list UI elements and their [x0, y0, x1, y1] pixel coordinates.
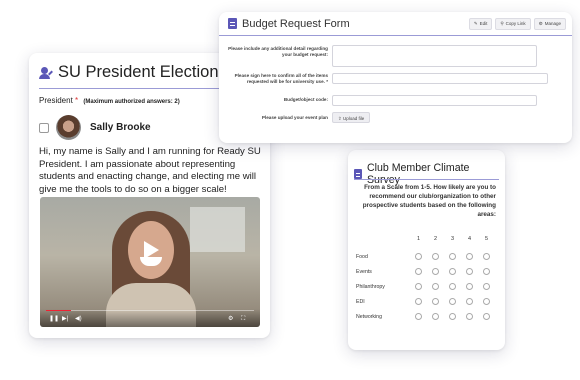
person-edit-icon — [39, 66, 53, 80]
pause-icon[interactable]: ❚❚ — [49, 316, 59, 322]
election-title: SU President Election — [58, 63, 219, 81]
avatar — [56, 115, 81, 140]
question-label: President * (Maximum authorized answers:… — [39, 96, 180, 105]
rating-radio[interactable] — [449, 268, 456, 275]
rating-radio[interactable] — [432, 298, 439, 305]
budget-form-toolbar: ✎ Edit ⚲ Copy Link ⚙ Manage — [468, 17, 566, 30]
rating-radio[interactable] — [415, 313, 422, 320]
rating-radio[interactable] — [483, 298, 490, 305]
field-label: Budget/object code: — [283, 97, 328, 102]
survey-row-label: Philanthropy — [356, 284, 385, 290]
rating-radio[interactable] — [415, 253, 422, 260]
budget-form-title: Budget Request Form — [242, 17, 350, 30]
election-header: SU President Election — [39, 63, 219, 82]
candidate-option[interactable]: Sally Brooke — [39, 115, 151, 140]
video-progress-fill — [46, 309, 71, 311]
rating-radio[interactable] — [466, 298, 473, 305]
rating-radio[interactable] — [432, 253, 439, 260]
rating-radio[interactable] — [483, 253, 490, 260]
play-icon[interactable] — [144, 241, 159, 259]
rating-radio[interactable] — [415, 268, 422, 275]
rating-radio[interactable] — [483, 268, 490, 275]
divider — [354, 179, 499, 180]
rating-radio[interactable] — [449, 253, 456, 260]
max-answers-note: (Maximum authorized answers: 2) — [83, 99, 180, 105]
budget-code-input[interactable] — [332, 95, 537, 106]
pencil-icon: ✎ — [473, 20, 478, 26]
required-marker: * — [75, 96, 79, 105]
scale-header-1: 1 — [416, 236, 421, 242]
gear-icon: ⚙ — [538, 20, 543, 26]
rating-radio[interactable] — [466, 253, 473, 260]
video-controls — [40, 309, 260, 327]
rating-radio[interactable] — [432, 283, 439, 290]
rating-radio[interactable] — [449, 283, 456, 290]
copy-link-button[interactable]: ⚲ Copy Link — [495, 17, 531, 30]
candidate-bio: Hi, my name is Sally and I am running fo… — [39, 146, 261, 195]
scale-header-5: 5 — [484, 236, 489, 242]
fullscreen-icon[interactable]: ⛶ — [241, 316, 245, 322]
video-player[interactable]: ❚❚ ▶| ◀) ⚙ ⛶ — [40, 197, 260, 327]
rating-radio[interactable] — [466, 313, 473, 320]
budget-request-form-card: Budget Request Form ✎ Edit ⚲ Copy Link ⚙… — [219, 12, 572, 143]
rating-radio[interactable] — [466, 283, 473, 290]
upload-file-button[interactable]: ⇪ Upload file — [332, 112, 371, 123]
rating-radio[interactable] — [432, 268, 439, 275]
scale-header-3: 3 — [450, 236, 455, 242]
link-icon: ⚲ — [500, 20, 504, 26]
additional-detail-textarea[interactable] — [332, 45, 537, 67]
scale-header-4: 4 — [467, 236, 472, 242]
rating-radio[interactable] — [449, 313, 456, 320]
next-icon[interactable]: ▶| — [62, 316, 68, 322]
survey-row-label: Networking — [356, 314, 382, 320]
volume-icon[interactable]: ◀) — [75, 316, 82, 322]
rating-radio[interactable] — [483, 313, 490, 320]
candidate-checkbox[interactable] — [39, 122, 49, 133]
rating-radio[interactable] — [415, 283, 422, 290]
rating-radio[interactable] — [483, 283, 490, 290]
signature-input[interactable] — [332, 73, 548, 84]
candidate-name: Sally Brooke — [90, 122, 151, 133]
upload-icon: ⇪ — [338, 116, 342, 121]
rating-radio[interactable] — [415, 298, 422, 305]
gear-icon[interactable]: ⚙ — [228, 316, 233, 322]
form-icon — [228, 18, 237, 29]
manage-button[interactable]: ⚙ Manage — [533, 17, 566, 30]
field-label: Please include any additional detail reg… — [228, 46, 328, 57]
rating-radio[interactable] — [466, 268, 473, 275]
survey-question: From a Scale from 1-5. How likely are yo… — [362, 184, 496, 218]
scale-header-2: 2 — [433, 236, 438, 242]
field-label: Please upload your event plan — [261, 115, 328, 120]
survey-row-label: Events — [356, 269, 372, 275]
survey-row-label: Food — [356, 254, 368, 260]
budget-form-header: Budget Request Form ✎ Edit ⚲ Copy Link ⚙… — [219, 12, 572, 36]
field-label: Please sign here to confirm all of the i… — [234, 73, 328, 84]
video-progress-bar[interactable] — [46, 309, 254, 311]
edit-button[interactable]: ✎ Edit — [468, 17, 493, 30]
survey-row-label: EDI — [356, 299, 365, 305]
climate-survey-card: Club Member Climate Survey From a Scale … — [348, 150, 505, 350]
rating-radio[interactable] — [432, 313, 439, 320]
form-icon — [354, 169, 362, 179]
rating-radio[interactable] — [449, 298, 456, 305]
